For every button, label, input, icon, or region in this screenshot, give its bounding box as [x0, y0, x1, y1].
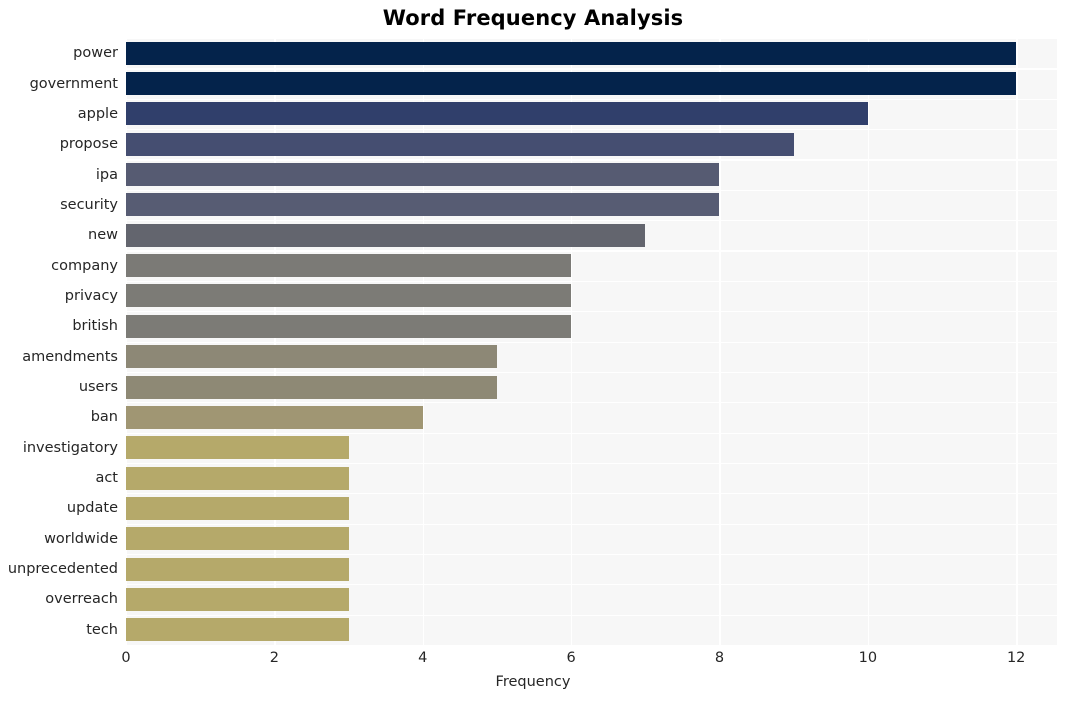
word-frequency-chart-figure: Word Frequency Analysis power government a…	[0, 0, 1066, 701]
y-tick-label: new	[88, 227, 118, 244]
chart-title: Word Frequency Analysis	[382, 6, 684, 30]
bar[interactable]	[126, 466, 349, 490]
x-tick-label: 6	[566, 650, 576, 666]
y-tick-label: ban	[90, 409, 118, 426]
y-tick-label: users	[78, 379, 118, 396]
y-tick-label: british	[72, 318, 118, 335]
x-tick-label: 8	[714, 650, 725, 666]
bar[interactable]	[126, 41, 1017, 65]
bar[interactable]	[126, 618, 349, 642]
bar[interactable]	[126, 314, 572, 338]
y-axis-tick-labels: power government apple propose ipa security ne…	[0, 38, 118, 645]
bar[interactable]	[126, 405, 423, 429]
bar[interactable]	[126, 284, 572, 308]
bar[interactable]	[126, 436, 349, 460]
y-tick-label: worldwide	[44, 530, 118, 547]
bar[interactable]	[126, 557, 349, 581]
bar[interactable]	[126, 132, 794, 156]
y-tick-label: power	[73, 45, 118, 62]
y-tick-label: apple	[77, 105, 118, 122]
y-tick-label: overreach	[45, 591, 118, 608]
x-axis-title: Frequency	[495, 674, 571, 690]
y-tick-label: privacy	[64, 287, 118, 304]
y-tick-label: propose	[59, 136, 118, 153]
y-tick-label: update	[66, 500, 118, 517]
y-tick-label: company	[51, 257, 118, 274]
bar[interactable]	[126, 527, 349, 551]
x-axis-tick-labels: 0 2 4 6 8 10 12	[0, 650, 1066, 674]
bar[interactable]	[126, 163, 720, 187]
bar[interactable]	[126, 345, 497, 369]
bar[interactable]	[126, 254, 572, 278]
y-tick-label: government	[29, 75, 118, 92]
bar[interactable]	[126, 496, 349, 520]
bar[interactable]	[126, 587, 349, 611]
y-tick-label: tech	[86, 621, 118, 638]
plot-area	[126, 38, 1057, 645]
x-tick-label: 0	[121, 650, 131, 666]
y-tick-label: ipa	[95, 166, 118, 183]
bar[interactable]	[126, 72, 1017, 96]
x-tick-label: 10	[858, 650, 878, 666]
x-tick-label: 2	[269, 650, 279, 666]
y-tick-label: act	[95, 470, 118, 487]
bar[interactable]	[126, 375, 497, 399]
y-tick-label: security	[60, 196, 118, 213]
bar[interactable]	[126, 102, 868, 126]
y-tick-label: investigatory	[22, 439, 118, 456]
bar[interactable]	[126, 223, 646, 247]
bar[interactable]	[126, 193, 720, 217]
y-tick-label: amendments	[22, 348, 118, 365]
x-tick-label: 4	[418, 650, 428, 666]
x-tick-label: 12	[1006, 650, 1026, 666]
bars-layer	[126, 38, 1057, 645]
y-tick-label: unprecedented	[7, 561, 118, 578]
